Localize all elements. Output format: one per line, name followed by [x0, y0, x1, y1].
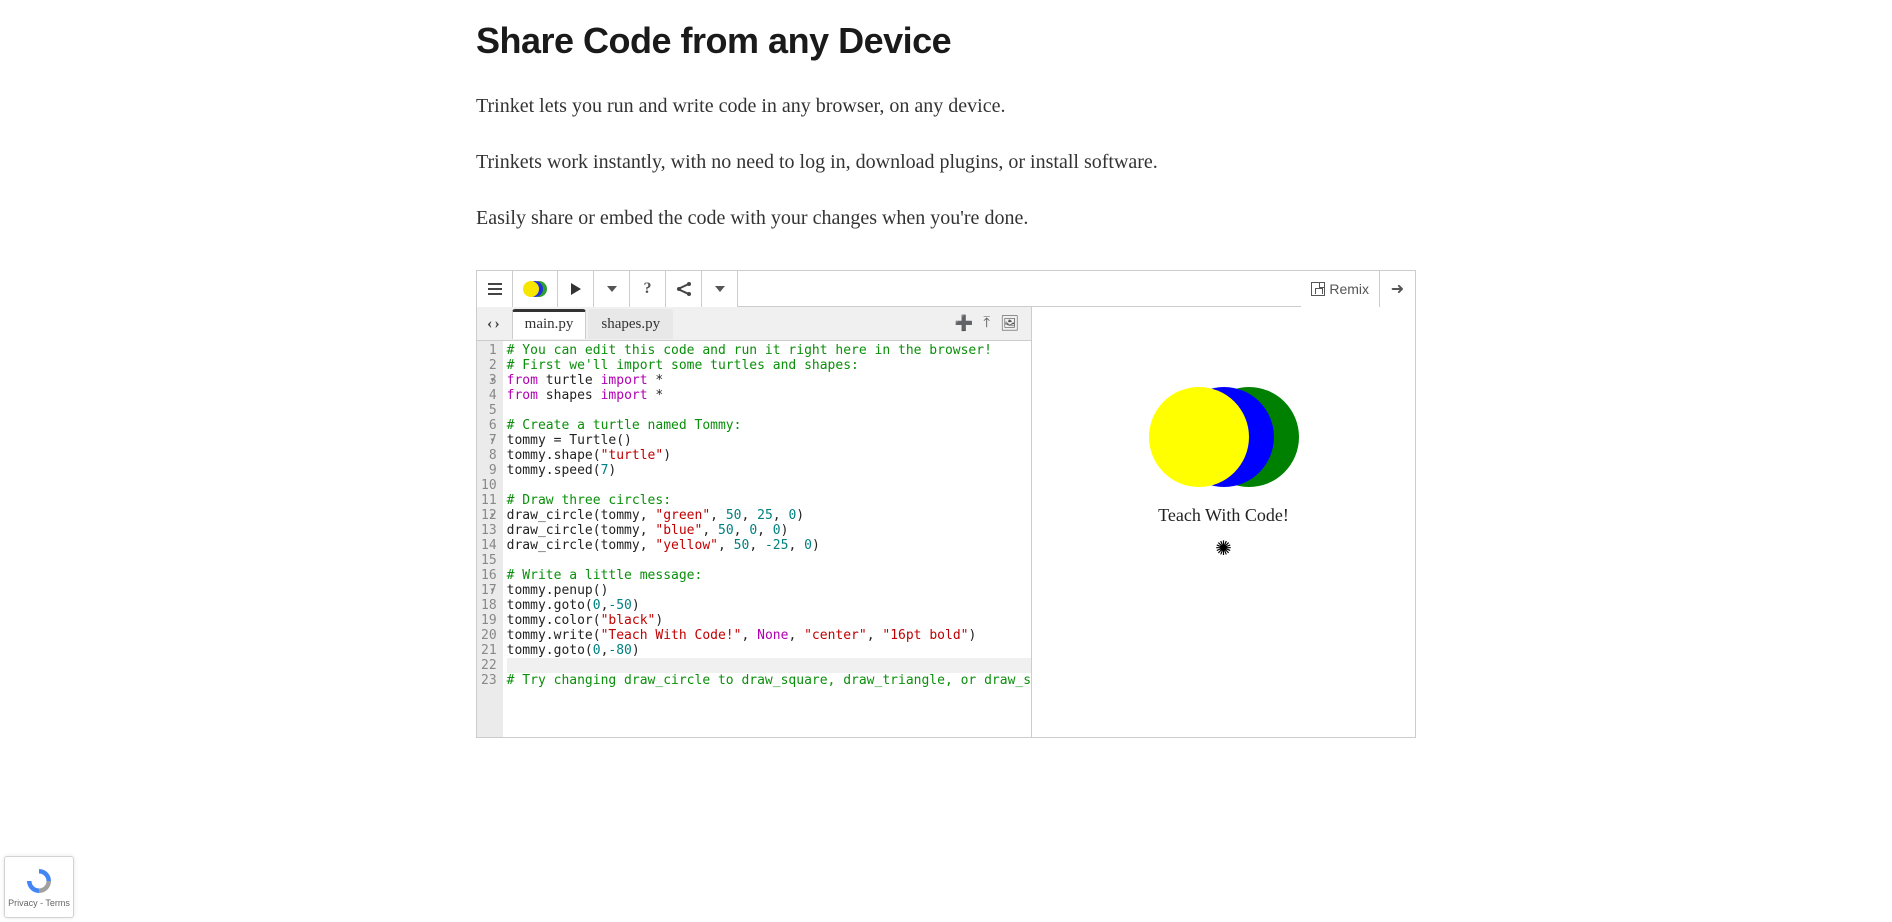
run-button[interactable] — [558, 271, 594, 307]
editor-pane: ‹ › main.py shapes.py ➕ ⤒ 🖼 1 2 ▾3 4 5 6 — [477, 307, 1032, 737]
run-dropdown[interactable] — [594, 271, 630, 307]
share-icon — [677, 282, 691, 296]
trinket-logo[interactable] — [513, 271, 558, 307]
remix-button[interactable]: Remix — [1301, 271, 1379, 307]
intro-line-3: Easily share or embed the code with your… — [476, 202, 1416, 234]
login-button[interactable]: ➜ — [1379, 271, 1415, 307]
recaptcha-icon — [24, 866, 54, 896]
remix-label: Remix — [1329, 281, 1369, 297]
help-button[interactable]: ? — [630, 271, 666, 307]
share-dropdown[interactable] — [702, 271, 738, 307]
trinket-embed: ? Remix ➜ ‹ — [476, 270, 1416, 738]
save-icon — [1311, 282, 1325, 296]
share-button[interactable] — [666, 271, 702, 307]
line-gutter: 1 2 ▾3 4 5 6 ▾7 8 9 10 11 ▾12 13 14 15 1… — [477, 341, 503, 737]
output-pane: Teach With Code! ✺ — [1032, 307, 1415, 737]
caret-down-icon — [607, 286, 617, 292]
intro-line-1: Trinket lets you run and write code in a… — [476, 90, 1416, 122]
output-graphic — [1144, 387, 1304, 497]
turtle-cursor-icon: ✺ — [1215, 536, 1232, 561]
trinket-logo-icon — [523, 280, 547, 298]
add-file-button[interactable]: ➕ — [955, 314, 974, 333]
code-content[interactable]: # You can edit this code and run it righ… — [503, 341, 1031, 737]
login-icon: ➜ — [1391, 279, 1404, 299]
caret-down-icon — [715, 286, 725, 292]
code-editor[interactable]: 1 2 ▾3 4 5 6 ▾7 8 9 10 11 ▾12 13 14 15 1… — [477, 341, 1031, 737]
tab-bar: ‹ › main.py shapes.py ➕ ⤒ 🖼 — [477, 307, 1031, 341]
output-message: Teach With Code! — [1158, 505, 1289, 526]
toolbar: ? Remix ➜ — [477, 271, 1415, 307]
tab-main[interactable]: main.py — [512, 309, 587, 339]
tab-shapes[interactable]: shapes.py — [588, 309, 673, 339]
hamburger-icon — [488, 283, 502, 295]
tab-prev-button[interactable]: ‹ — [487, 315, 492, 333]
page-title: Share Code from any Device — [476, 20, 1416, 62]
upload-button[interactable]: ⤒ — [983, 314, 990, 333]
menu-button[interactable] — [477, 271, 513, 307]
image-library-button[interactable]: 🖼 — [1000, 314, 1019, 333]
circle-yellow — [1149, 387, 1249, 487]
recaptcha-footer: Privacy - Terms — [8, 898, 70, 908]
intro-line-2: Trinkets work instantly, with no need to… — [476, 146, 1416, 178]
tab-next-button[interactable]: › — [494, 315, 499, 333]
play-icon — [571, 283, 581, 295]
recaptcha-badge[interactable]: Privacy - Terms — [4, 856, 74, 918]
